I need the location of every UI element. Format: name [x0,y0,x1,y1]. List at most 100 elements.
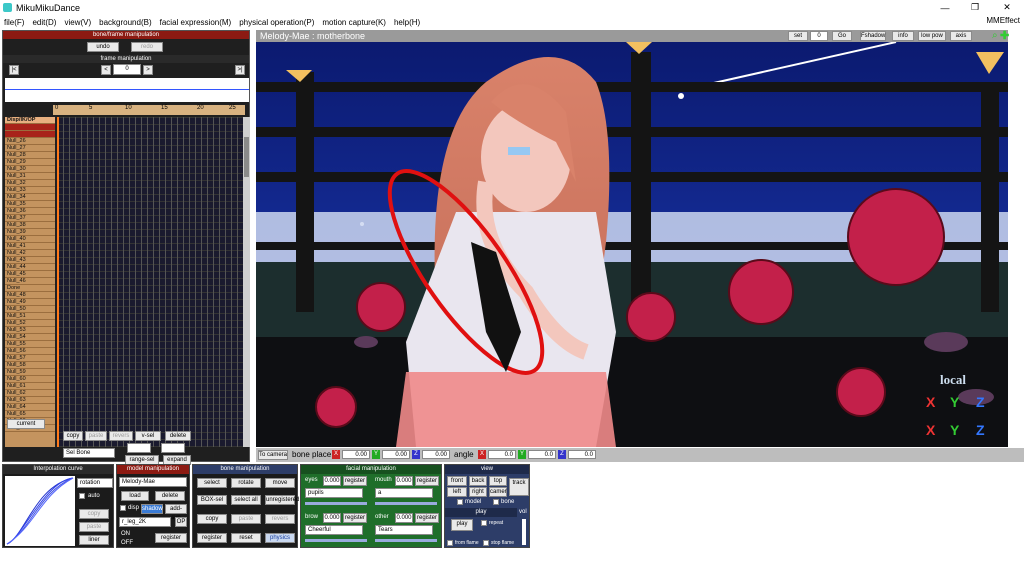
track-row[interactable]: Null_37 [5,215,55,222]
view-camera-button[interactable]: camer [489,487,507,497]
shadow-button[interactable]: shadow [141,504,163,514]
bone-rotate-button[interactable]: rotate [231,478,261,488]
track-row[interactable] [5,131,55,138]
menu-edit[interactable]: edit(D) [28,18,60,27]
unregistered-button[interactable]: unregistered [265,495,299,505]
menu-file[interactable]: file(F) [0,18,28,27]
set-button[interactable]: set [788,31,808,41]
menu-physical-operation[interactable]: physical operation(P) [235,18,318,27]
track-row[interactable]: Null_43 [5,257,55,264]
mouth-value[interactable]: 0.000 [395,476,413,486]
pos-y-input[interactable]: 0.00 [382,450,410,459]
low-power-button[interactable]: low pow [918,31,946,41]
track-row[interactable]: Null_49 [5,299,55,306]
track-row[interactable]: Null_59 [5,369,55,376]
view-front-button[interactable]: front [447,476,467,486]
undo-button[interactable]: undo [87,42,119,52]
track-row[interactable]: Disp/IK/OP [5,117,55,124]
disp-checkbox[interactable] [120,505,126,511]
move-y-gizmo[interactable]: Y [950,422,959,438]
eyes-select[interactable]: pupils [305,488,363,498]
menu-mmeffect[interactable]: MMEffect [986,16,1020,25]
brow-select[interactable]: Cheerful [305,525,363,535]
maximize-button[interactable]: ❐ [960,0,990,15]
bone-copy-button[interactable]: copy [197,514,227,524]
mouth-slider[interactable] [375,502,437,505]
model-load-button[interactable]: load [121,491,149,501]
other-value[interactable]: 0.000 [395,513,413,523]
view-track-button[interactable]: track [509,478,529,496]
paste-frame-button[interactable]: paste [85,431,107,441]
eyes-slider[interactable] [305,502,367,505]
move-z-gizmo[interactable]: Z [976,422,985,438]
interp-mode-select[interactable]: rotation [77,478,113,488]
model-view-checkbox[interactable] [457,499,463,505]
model-register-button[interactable]: register [155,533,187,543]
track-row[interactable]: Null_34 [5,194,55,201]
track-row[interactable]: Null_46 [5,278,55,285]
view-left-button[interactable]: left [447,487,467,497]
track-row[interactable]: Null_60 [5,376,55,383]
sel-bone-select[interactable]: Sel Bone [63,448,115,458]
last-frame-button[interactable]: >| [235,65,245,75]
on-radio[interactable]: ON [121,531,130,537]
track-row[interactable]: Null_55 [5,341,55,348]
off-radio[interactable]: OFF [121,540,133,546]
next-frame-button[interactable]: > [143,65,153,75]
menu-background[interactable]: background(B) [95,18,155,27]
track-row[interactable]: Null_28 [5,152,55,159]
track-row[interactable]: Null_54 [5,334,55,341]
move-x-gizmo[interactable]: X [926,422,935,438]
track-row[interactable]: Null_58 [5,362,55,369]
info-button[interactable]: info [892,31,914,41]
menu-facial-expression[interactable]: facial expression(M) [156,18,236,27]
play-button[interactable]: play [451,519,473,531]
op-bone-select[interactable]: r_leg_2K [119,517,171,527]
track-row[interactable]: Null_61 [5,383,55,390]
track-row[interactable]: Null_36 [5,208,55,215]
menu-help[interactable]: help(H) [390,18,424,27]
other-register-button[interactable]: register [415,513,439,523]
track-row[interactable]: Null_35 [5,201,55,208]
model-delete-button[interactable]: delete [155,491,185,501]
track-row[interactable]: Null_63 [5,397,55,404]
interp-paste-button[interactable]: paste [79,522,109,532]
bone-move-button[interactable]: move [265,478,295,488]
close-button[interactable]: ✕ [992,0,1022,15]
bone-view-checkbox[interactable] [493,499,499,505]
set-frame-input[interactable]: 0 [810,31,828,41]
track-row[interactable]: Null_48 [5,292,55,299]
from-frame-checkbox[interactable] [447,540,453,546]
rot-z-input[interactable]: 0.0 [568,450,596,459]
bone-reverse-button[interactable]: revers [265,514,295,524]
other-select[interactable]: Tears [375,525,433,535]
track-row[interactable]: Null_31 [5,173,55,180]
track-row[interactable]: Null_42 [5,250,55,257]
frame-number-input[interactable]: 0 [113,64,141,75]
range-end-input[interactable] [161,443,185,453]
rotate-z-gizmo[interactable]: Z [976,394,985,410]
view-right-button[interactable]: right [469,487,487,497]
interp-copy-button[interactable]: copy [79,509,109,519]
track-row[interactable]: Null_29 [5,159,55,166]
first-frame-button[interactable]: |< [9,65,19,75]
track-row[interactable]: Null_38 [5,222,55,229]
track-row[interactable]: Null_27 [5,145,55,152]
track-row[interactable]: Null_45 [5,271,55,278]
eyes-value[interactable]: 0.000 [323,476,341,486]
frame-scrub-area[interactable] [5,78,249,102]
eyes-register-button[interactable]: register [343,476,367,486]
interpolation-curve-graph[interactable] [5,476,75,546]
track-row[interactable]: Null_33 [5,187,55,194]
other-slider[interactable] [375,539,437,542]
auto-checkbox[interactable] [79,493,85,499]
physics-button[interactable]: physics [265,533,295,543]
liner-button[interactable]: liner [79,535,109,545]
brow-value[interactable]: 0.000 [323,513,341,523]
timeline-ruler[interactable]: 0 5 10 15 20 25 [53,105,245,115]
brow-register-button[interactable]: register [343,513,367,523]
current-button[interactable]: current [7,419,45,429]
rot-y-input[interactable]: 0.0 [528,450,556,459]
track-row[interactable]: Null_53 [5,327,55,334]
rotate-y-gizmo[interactable]: Y [950,394,959,410]
